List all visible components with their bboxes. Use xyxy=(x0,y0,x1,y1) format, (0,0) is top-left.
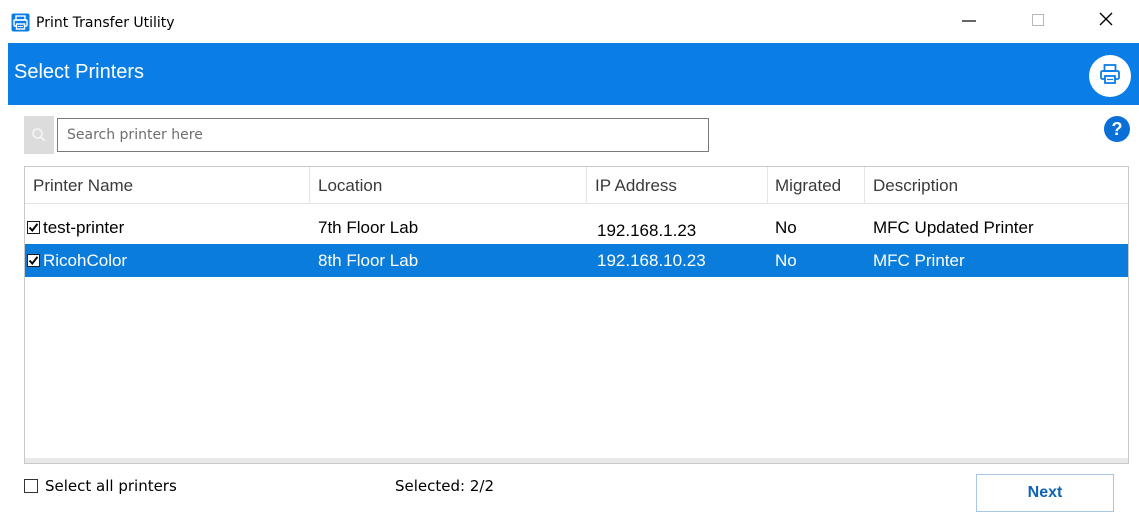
ip-address-cell: 192.168.10.23 xyxy=(597,251,706,270)
ip-address-cell: 192.168.1.23 xyxy=(597,221,697,240)
horizontal-scrollbar[interactable] xyxy=(25,458,1128,463)
column-header-description[interactable]: Description xyxy=(865,167,1128,204)
close-icon xyxy=(1099,12,1113,31)
table-header: Printer Name Location IP Address Migrate… xyxy=(25,167,1128,204)
search-icon xyxy=(24,116,54,154)
page-header: Select Printers xyxy=(8,43,1139,105)
description-cell: MFC Printer xyxy=(873,251,965,270)
table-row[interactable]: test-printer 7th Floor Lab 192.168.1.23 … xyxy=(25,211,1128,244)
page-title: Select Printers xyxy=(14,61,145,83)
minimize-button[interactable] xyxy=(946,0,992,43)
printer-name-cell: RicohColor xyxy=(43,251,128,270)
maximize-button[interactable] xyxy=(1015,0,1061,43)
migrated-cell: No xyxy=(775,218,797,237)
location-cell: 7th Floor Lab xyxy=(318,218,419,237)
selected-count: Selected: 2/2 xyxy=(395,477,494,495)
column-header-location[interactable]: Location xyxy=(310,167,587,204)
maximize-icon xyxy=(1032,13,1044,31)
next-button[interactable]: Next xyxy=(976,474,1114,512)
table-row-selected[interactable]: RicohColor 8th Floor Lab 192.168.10.23 N… xyxy=(25,244,1128,277)
minimize-icon xyxy=(962,12,976,31)
select-all-label: Select all printers xyxy=(45,477,177,495)
window-title: Print Transfer Utility xyxy=(36,15,175,31)
column-header-migrated[interactable]: Migrated xyxy=(768,167,865,204)
row-checkbox[interactable] xyxy=(27,221,40,234)
column-header-printer-name[interactable]: Printer Name xyxy=(25,167,310,204)
column-header-ip-address[interactable]: IP Address xyxy=(587,167,768,204)
select-all-checkbox[interactable]: Select all printers xyxy=(24,476,177,496)
printer-icon xyxy=(11,13,30,32)
migrated-cell: No xyxy=(775,251,797,270)
printer-name-cell: test-printer xyxy=(43,218,125,237)
title-bar: Print Transfer Utility xyxy=(0,0,1139,43)
help-icon[interactable]: ? xyxy=(1104,116,1130,142)
checkbox-icon[interactable] xyxy=(24,479,38,493)
location-cell: 8th Floor Lab xyxy=(318,251,419,270)
search-input[interactable] xyxy=(57,118,709,152)
row-checkbox[interactable] xyxy=(27,254,40,267)
close-button[interactable] xyxy=(1083,0,1129,43)
description-cell: MFC Updated Printer xyxy=(873,218,1034,237)
print-button[interactable] xyxy=(1089,55,1131,97)
search-bar xyxy=(24,116,710,154)
printer-icon xyxy=(1098,62,1122,91)
printer-table: Printer Name Location IP Address Migrate… xyxy=(24,166,1129,464)
